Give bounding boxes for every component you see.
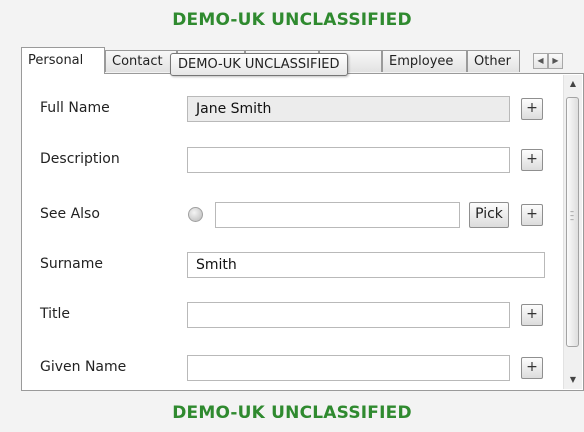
classification-banner-bottom: DEMO-UK UNCLASSIFIED bbox=[172, 403, 412, 423]
surname-field[interactable]: Smith bbox=[187, 252, 545, 278]
pick-button[interactable]: Pick bbox=[469, 202, 509, 228]
tab-personal[interactable]: Personal bbox=[21, 47, 105, 74]
left-arrow-icon[interactable]: ◀ bbox=[533, 53, 548, 69]
full-name-add-button[interactable]: + bbox=[521, 98, 543, 120]
full-name-row: Full Name Jane Smith + bbox=[22, 96, 562, 122]
vertical-scrollbar[interactable]: ▲ – – – ▼ bbox=[563, 75, 582, 389]
surname-row: Surname Smith bbox=[22, 252, 562, 278]
given-name-label: Given Name bbox=[40, 359, 127, 375]
grip-icon: – – – bbox=[570, 207, 574, 224]
description-label: Description bbox=[40, 151, 120, 167]
see-also-radio[interactable] bbox=[188, 207, 203, 222]
tab-employee[interactable]: Employee bbox=[382, 50, 467, 72]
full-name-field[interactable]: Jane Smith bbox=[187, 96, 510, 122]
title-label: Title bbox=[40, 306, 71, 322]
down-arrow-icon[interactable]: ▼ bbox=[564, 371, 582, 389]
surname-label: Surname bbox=[40, 256, 103, 272]
title-row: Title + bbox=[22, 302, 562, 328]
tooltip: DEMO-UK UNCLASSIFIED bbox=[170, 53, 348, 76]
tab-contact[interactable]: Contact bbox=[105, 50, 177, 72]
title-field[interactable] bbox=[187, 302, 510, 328]
see-also-add-button[interactable]: + bbox=[521, 204, 543, 226]
scrollbar-thumb[interactable]: – – – bbox=[566, 97, 579, 347]
right-arrow-icon[interactable]: ▶ bbox=[548, 53, 563, 69]
description-field[interactable] bbox=[187, 147, 510, 173]
given-name-field[interactable] bbox=[187, 355, 510, 381]
see-also-field[interactable] bbox=[215, 202, 460, 228]
classification-banner-top: DEMO-UK UNCLASSIFIED bbox=[172, 10, 412, 30]
tab-other[interactable]: Other bbox=[467, 50, 520, 72]
description-row: Description + bbox=[22, 147, 562, 173]
given-name-row: Given Name + bbox=[22, 355, 562, 381]
description-add-button[interactable]: + bbox=[521, 149, 543, 171]
see-also-label: See Also bbox=[40, 206, 100, 222]
full-name-label: Full Name bbox=[40, 100, 110, 116]
up-arrow-icon[interactable]: ▲ bbox=[564, 75, 582, 93]
personal-form-panel: Full Name Jane Smith + Description + See… bbox=[21, 73, 584, 391]
given-name-add-button[interactable]: + bbox=[521, 357, 543, 379]
title-add-button[interactable]: + bbox=[521, 304, 543, 326]
see-also-row: See Also Pick + bbox=[22, 202, 562, 228]
